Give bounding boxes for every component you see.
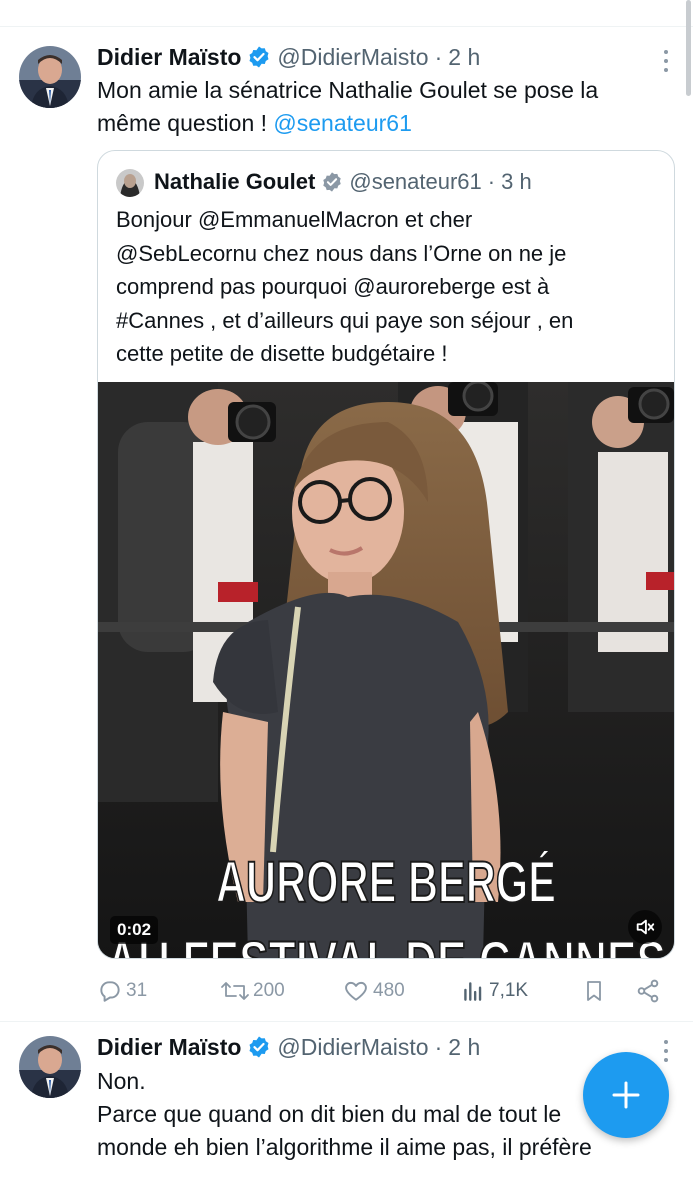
- retweet-count: 200: [253, 980, 285, 1001]
- share-button[interactable]: [635, 975, 664, 1007]
- quoted-text-line: cette petite de disette budgétaire !: [116, 341, 448, 366]
- quoted-author-handle: @senateur61: [349, 169, 482, 194]
- tweet-text-line: monde eh bien l’algorithme il aime pas, …: [97, 1134, 592, 1160]
- like-button[interactable]: 480: [342, 975, 405, 1007]
- quoted-text-line: #Cannes , et d’ailleurs qui paye son séj…: [116, 307, 574, 333]
- quoted-text-line: Bonjour @EmmanuelMacron et cher: [116, 207, 473, 232]
- mention-link[interactable]: @senateur61: [273, 110, 411, 136]
- quoted-text-line: @SebLecornu chez nous dans l’Orne on ne …: [116, 240, 567, 266]
- author-avatar[interactable]: [19, 1036, 81, 1098]
- tweet-text: Non. Parce que quand on dit bien du mal …: [97, 1065, 592, 1164]
- reply-icon: [100, 981, 120, 1002]
- quoted-tweet[interactable]: Nathalie Goulet @senateur61 · 3 h Bonjou…: [97, 150, 675, 959]
- retweet-button[interactable]: 200: [220, 975, 285, 1007]
- compose-tweet-button[interactable]: [583, 1052, 669, 1138]
- tweet-header: Didier Maïsto @DidierMaisto · 2 h: [97, 1032, 480, 1062]
- separator-dot: ·: [434, 1033, 443, 1060]
- reply-button[interactable]: 31: [97, 975, 147, 1007]
- tweet-text-line: Non.: [97, 1068, 146, 1094]
- like-count: 480: [373, 980, 405, 1001]
- tweet-time[interactable]: 2 h: [448, 44, 480, 71]
- tweet-text-line: Parce que quand on dit bien du mal de to…: [97, 1101, 562, 1127]
- views-chart-icon: [464, 982, 482, 1001]
- reply-count: 31: [126, 980, 148, 1001]
- author-name[interactable]: Didier Maïsto: [97, 1034, 241, 1061]
- verified-badge-icon: [321, 171, 343, 193]
- verified-badge-icon: [247, 45, 271, 69]
- retweet-icon: [221, 982, 249, 1000]
- views-count: 7,1K: [489, 980, 529, 1001]
- tweet-text: Mon amie la sénatrice Nathalie Goulet se…: [97, 74, 598, 140]
- more-options-icon[interactable]: [663, 50, 669, 76]
- plus-icon: [612, 1081, 640, 1109]
- tweet-header: Didier Maïsto @DidierMaisto · 2 h: [97, 42, 480, 72]
- verified-badge-icon: [247, 1035, 271, 1059]
- author-avatar[interactable]: [19, 46, 81, 108]
- separator-dot: ·: [487, 169, 496, 194]
- more-options-icon[interactable]: [663, 1040, 669, 1066]
- quoted-text-line: comprend pas pourquoi @auroreberge est à: [116, 274, 550, 299]
- views-button[interactable]: 7,1K: [460, 975, 528, 1007]
- bookmark-icon: [587, 981, 601, 1001]
- quoted-text: Bonjour @EmmanuelMacron et cher @SebLeco…: [116, 203, 661, 371]
- quoted-author-name: Nathalie Goulet: [154, 169, 316, 194]
- author-name[interactable]: Didier Maïsto: [97, 44, 241, 71]
- video-caption-line1: AURORE BERGÉ: [216, 850, 556, 915]
- bookmark-button[interactable]: [582, 975, 609, 1007]
- tweet[interactable]: Didier Maïsto @DidierMaisto · 2 h Mon am…: [0, 0, 693, 1021]
- separator-dot: ·: [434, 43, 443, 70]
- tweet-text-fragment: même question !: [97, 110, 274, 136]
- share-icon: [637, 979, 659, 1003]
- video-timecode: 0:02: [110, 916, 159, 944]
- tweet-text-line: même question ! @senateur61: [97, 107, 598, 140]
- video-player[interactable]: AURORE BERGÉ AU FESTIVAL DE CANNES 0:02: [98, 382, 674, 958]
- quoted-time: 3 h: [501, 169, 532, 194]
- heart-icon: [345, 981, 367, 1001]
- speaker-muted-icon[interactable]: [628, 910, 662, 944]
- quoted-author-avatar: [116, 169, 144, 197]
- author-handle[interactable]: @DidierMaisto: [277, 1034, 428, 1061]
- video-frame: AURORE BERGÉ AU FESTIVAL DE CANNES: [98, 382, 674, 958]
- video-caption-line2: AU FESTIVAL DE CANNES: [106, 930, 666, 958]
- quoted-header: Nathalie Goulet @senateur61 · 3 h: [154, 167, 532, 197]
- tweet-time[interactable]: 2 h: [448, 1034, 480, 1061]
- tweet-text-line: Mon amie la sénatrice Nathalie Goulet se…: [97, 77, 599, 103]
- author-handle[interactable]: @DidierMaisto: [277, 44, 428, 71]
- tweet-actions: 31 200 480 7,1K: [97, 975, 662, 1007]
